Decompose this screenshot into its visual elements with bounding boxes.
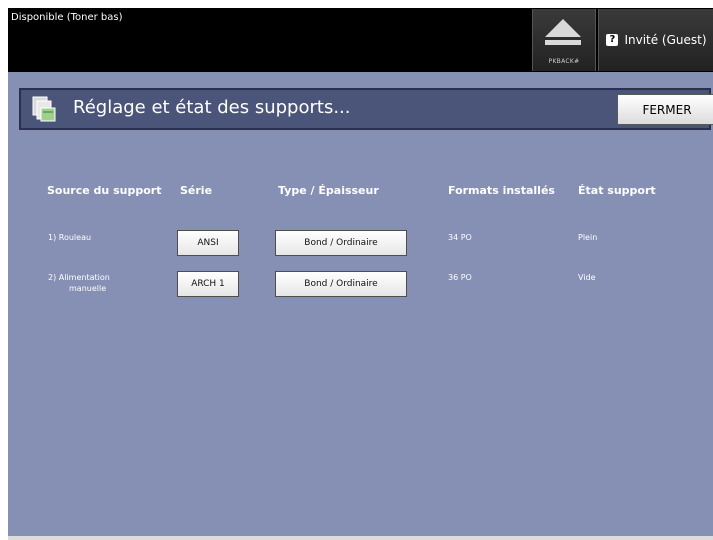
user-label: Invité (Guest) [624,33,707,47]
bottom-strip [8,536,713,540]
header-formats: Formats installés [448,184,555,197]
eject-button[interactable]: PKBACK# [532,9,596,71]
user-icon: ? [606,34,619,46]
eject-icon-bar [545,40,581,45]
row2-series-button[interactable]: ARCH 1 [177,271,239,297]
page-title: Réglage et état des supports... [73,97,351,118]
status-text: Disponible (Toner bas) [11,12,123,23]
row1-type-button[interactable]: Bond / Ordinaire [275,230,407,256]
eject-label: PKBACK# [548,58,580,65]
guest-user-button[interactable]: ? Invité (Guest) [598,9,713,71]
close-button[interactable]: FERMER [617,94,713,125]
row1-format: 34 PO [448,233,472,242]
row2-source: 2) Alimentation [48,273,110,282]
top-status-bar: Disponible (Toner bas) PKBACK# ? Invité … [8,8,713,72]
row2-format: 36 PO [448,273,472,282]
eject-icon [545,19,581,37]
row1-state: Plein [578,233,598,242]
row2-state: Vide [578,273,596,282]
row2-source-line2: manuelle [69,284,107,293]
header-state: État support [578,184,656,197]
row2-type-button[interactable]: Bond / Ordinaire [275,271,407,297]
row1-source: 1) Rouleau [48,233,92,242]
device-screen: Disponible (Toner bas) PKBACK# ? Invité … [8,8,713,540]
header-source: Source du support [47,184,162,197]
header-series: Série [180,184,213,197]
row1-series-button[interactable]: ANSI [177,230,239,256]
title-panel: Réglage et état des supports... FERMER [19,88,713,130]
media-tray-icon [32,96,56,122]
header-type: Type / Épaisseur [278,184,379,197]
